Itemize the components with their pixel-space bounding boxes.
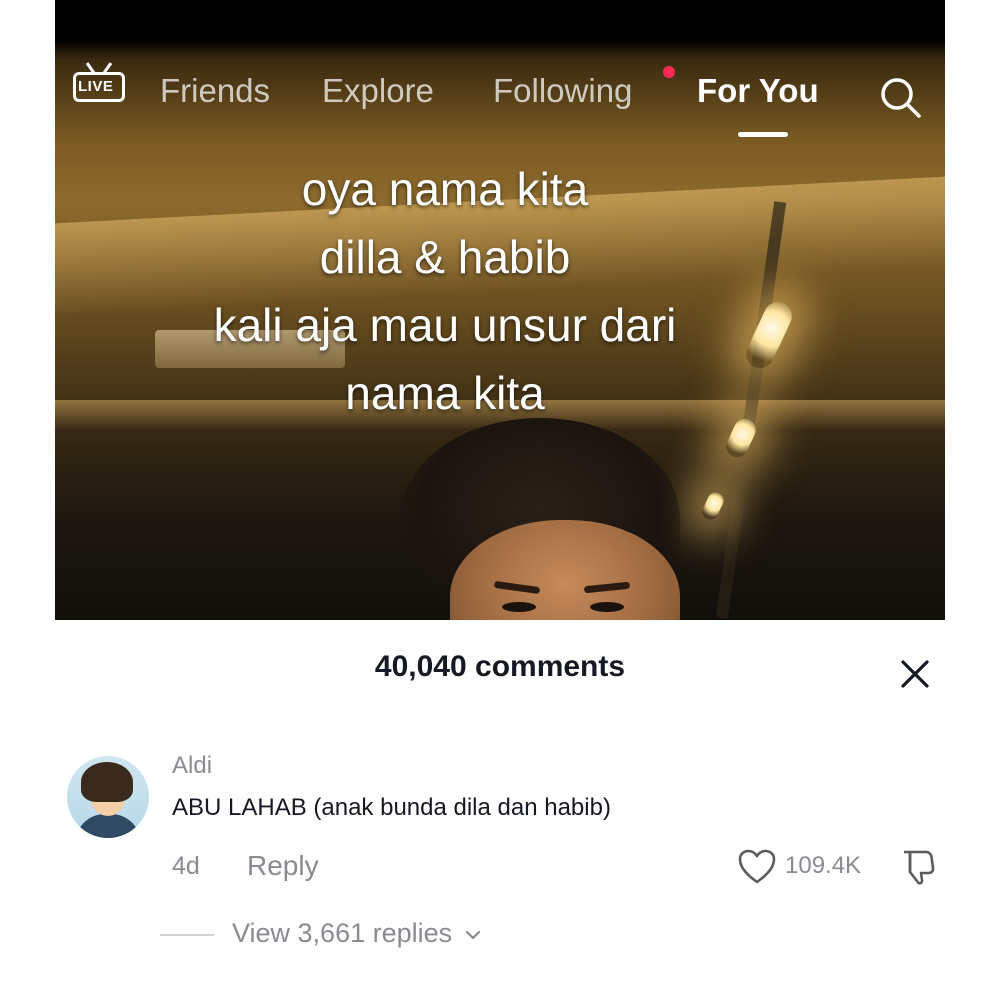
video-player[interactable]: LIVE Friends Explore Following For You o… [55, 0, 945, 620]
comments-count-title: 40,040 comments [374, 650, 626, 683]
comments-sheet: 40,040 comments Aldi ABU LAHAB (anak bun… [0, 620, 1000, 1000]
live-label: LIVE [78, 78, 114, 95]
search-icon[interactable] [877, 74, 923, 120]
video-background-lamp [699, 489, 727, 523]
caption-line: kali aja mau unsur dari [213, 299, 677, 351]
avatar[interactable] [67, 756, 149, 838]
tab-explore[interactable]: Explore [322, 72, 434, 110]
caption-line: nama kita [345, 367, 545, 419]
comment-text: ABU LAHAB (anak bunda dila dan habib) [172, 794, 611, 821]
top-navigation: LIVE Friends Explore Following For You [55, 60, 945, 137]
video-caption-overlay: oya nama kita dilla & habib kali aja mau… [55, 155, 835, 427]
avatar-hair [81, 762, 133, 802]
following-notification-dot [663, 66, 675, 78]
like-count: 109.4K [785, 852, 862, 879]
live-tv-icon[interactable]: LIVE [73, 62, 129, 110]
view-replies-button[interactable]: View 3,661 replies [232, 918, 482, 949]
tab-friends[interactable]: Friends [160, 72, 270, 110]
avatar-body [75, 814, 141, 838]
heart-icon[interactable] [737, 848, 777, 886]
tab-following[interactable]: Following [493, 72, 632, 110]
reply-button[interactable]: Reply [247, 850, 319, 882]
caption-line: dilla & habib [319, 231, 571, 283]
video-person-brow [493, 580, 541, 595]
video-person-eye [590, 602, 624, 612]
thumbs-down-icon[interactable] [898, 848, 938, 886]
video-person-brow [583, 581, 631, 594]
comment-time: 4d [172, 852, 200, 880]
close-icon[interactable] [895, 654, 935, 694]
comment-username[interactable]: Aldi [172, 752, 212, 780]
view-replies-label: View 3,661 replies [232, 918, 453, 948]
video-person-eye [502, 602, 536, 612]
replies-divider [160, 934, 214, 936]
active-tab-indicator [738, 132, 788, 137]
tab-for-you[interactable]: For You [697, 72, 819, 110]
chevron-down-icon [465, 930, 480, 939]
caption-line: oya nama kita [301, 163, 589, 215]
